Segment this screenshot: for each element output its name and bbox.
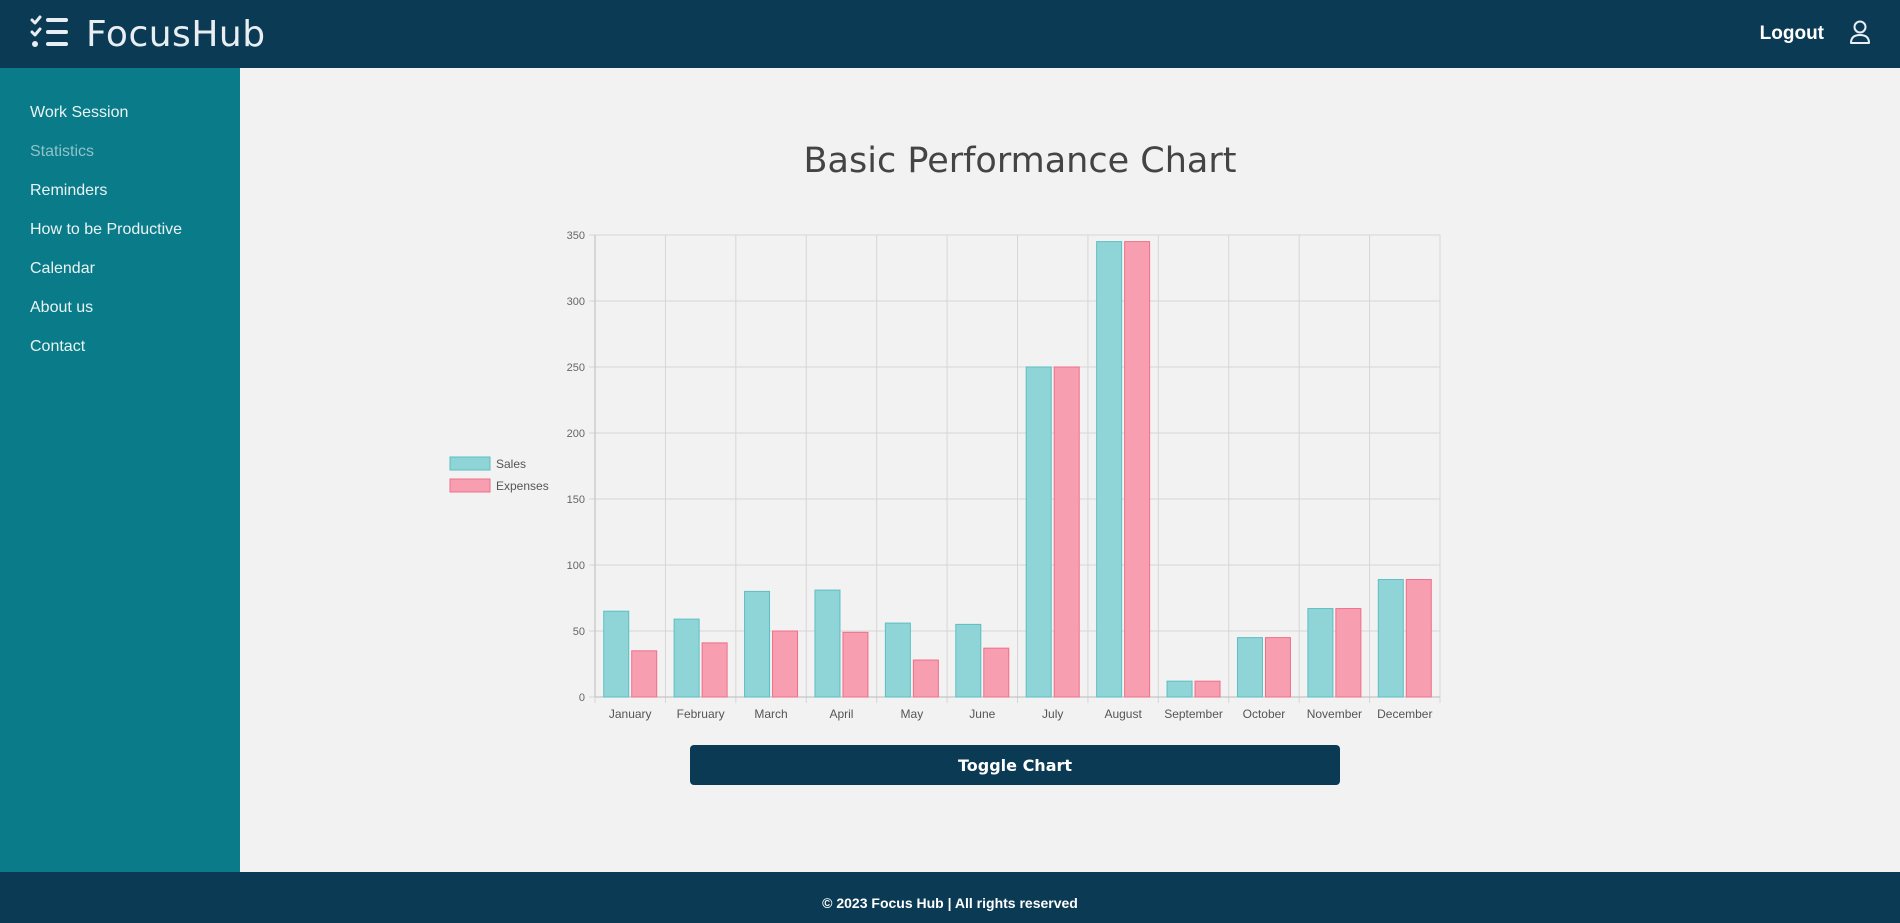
- x-tick-label: May: [901, 707, 924, 721]
- bar-sales-april: [814, 589, 841, 698]
- bar-expenses-september: [1194, 680, 1221, 698]
- bar-expenses-april: [842, 631, 869, 698]
- y-tick-label: 300: [567, 296, 585, 308]
- bar-sales-december: [1377, 579, 1404, 698]
- x-tick-label: June: [969, 707, 995, 721]
- footer: © 2023 Focus Hub | All rights reserved: [0, 872, 1900, 923]
- x-tick-label: September: [1164, 707, 1223, 721]
- bar-expenses-march: [772, 630, 799, 698]
- bar-expenses-may: [912, 659, 939, 698]
- bar-expenses-june: [983, 647, 1010, 698]
- bar-sales-september: [1166, 680, 1193, 698]
- x-tick-label: October: [1243, 707, 1286, 721]
- user-icon[interactable]: [1848, 19, 1872, 50]
- sidebar-item-work-session[interactable]: Work Session: [0, 98, 240, 137]
- bar-sales-october: [1236, 637, 1263, 698]
- y-tick-label: 200: [567, 428, 585, 440]
- bar-sales-june: [955, 623, 982, 698]
- bar-sales-march: [744, 590, 771, 698]
- sidebar-item-contact[interactable]: Contact: [0, 332, 240, 371]
- x-tick-label: February: [677, 707, 725, 721]
- main-content: Basic Performance Chart 0 50 100 150 200 250 3…: [240, 68, 1900, 872]
- legend-label-sales: Sales: [496, 457, 526, 471]
- sidebar-item-calendar[interactable]: Calendar: [0, 254, 240, 293]
- y-tick-label: 150: [567, 494, 585, 506]
- bar-expenses-december: [1405, 579, 1432, 698]
- bar-sales-november: [1307, 608, 1334, 698]
- bar-expenses-august: [1124, 241, 1151, 698]
- y-tick-label: 0: [579, 692, 585, 704]
- bar-sales-february: [673, 618, 700, 698]
- bar-sales-july: [1025, 366, 1052, 698]
- sidebar-item-statistics[interactable]: Statistics: [0, 137, 240, 176]
- top-navbar: FocusHub Logout: [0, 0, 1900, 68]
- bar-expenses-february: [701, 642, 728, 698]
- bar-expenses-january: [631, 650, 658, 698]
- y-tick-label: 100: [567, 560, 585, 572]
- y-tick-label: 350: [567, 230, 585, 242]
- toggle-chart-button[interactable]: Toggle Chart: [690, 745, 1340, 785]
- logout-link[interactable]: Logout: [1760, 23, 1824, 45]
- x-tick-label: July: [1042, 707, 1063, 721]
- bar-expenses-november: [1335, 608, 1362, 698]
- x-tick-label: March: [754, 707, 787, 721]
- sidebar-item-how-to-be-productive[interactable]: How to be Productive: [0, 215, 240, 254]
- x-tick-label: November: [1307, 707, 1362, 721]
- y-tick-label: 250: [567, 362, 585, 374]
- bar-sales-january: [603, 610, 630, 698]
- sidebar: Work Session Statistics Reminders How to…: [0, 68, 240, 872]
- checklist-icon: [30, 15, 70, 54]
- sidebar-item-reminders[interactable]: Reminders: [0, 176, 240, 215]
- legend-swatch-expenses: [449, 478, 491, 493]
- x-tick-label: December: [1377, 707, 1432, 721]
- bar-sales-may: [884, 622, 911, 698]
- legend-swatch-sales: [449, 456, 491, 471]
- bar-expenses-october: [1264, 637, 1291, 698]
- brand-name: FocusHub: [86, 13, 266, 55]
- y-tick-label: 50: [573, 626, 585, 638]
- sidebar-item-about-us[interactable]: About us: [0, 293, 240, 332]
- brand[interactable]: FocusHub: [30, 14, 266, 55]
- x-tick-label: January: [609, 707, 652, 721]
- legend-label-expenses: Expenses: [496, 479, 549, 493]
- x-tick-label: August: [1104, 707, 1142, 721]
- bar-expenses-july: [1053, 366, 1080, 698]
- x-tick-label: April: [829, 707, 853, 721]
- bar-sales-august: [1096, 241, 1123, 698]
